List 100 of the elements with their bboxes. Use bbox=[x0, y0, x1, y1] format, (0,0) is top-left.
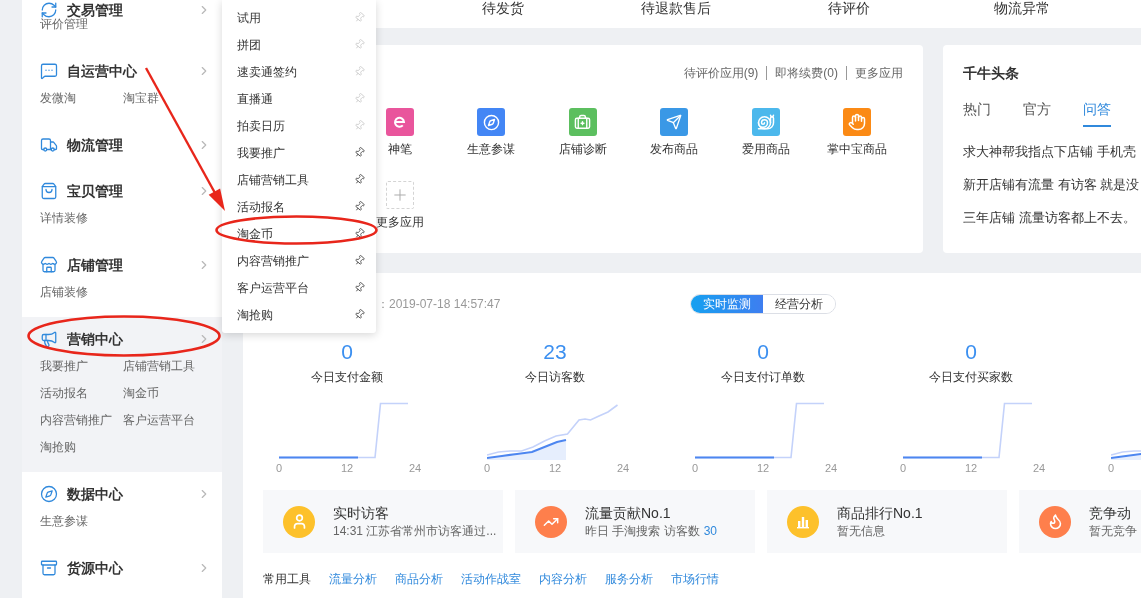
news-tab[interactable]: 官方 bbox=[1023, 99, 1051, 127]
news-headline[interactable]: 新开店铺有流量 有访客 就是没 bbox=[963, 175, 1140, 195]
apps-link[interactable]: 即将续费(0) bbox=[775, 63, 838, 83]
tool-link[interactable]: 内容分析 bbox=[539, 571, 587, 587]
flyout-item[interactable]: 淘金币 bbox=[237, 225, 273, 242]
menu-link[interactable]: 淘金币 bbox=[123, 380, 159, 407]
info-detail: 14:31 江苏省常州市访客通过... bbox=[333, 523, 497, 540]
axis-tick: 12 bbox=[756, 461, 770, 475]
order-status-link[interactable]: 物流异常 bbox=[993, 0, 1050, 16]
flame-icon bbox=[1039, 505, 1071, 538]
order-status-link[interactable]: 待发货 bbox=[481, 0, 524, 16]
info-card[interactable]: 商品排行No.1 暂无信息 bbox=[767, 490, 1007, 553]
metric-label: 今日访客数 bbox=[525, 369, 585, 385]
metric-value: 0 bbox=[965, 340, 977, 364]
flyout-item[interactable]: 拍卖日历 bbox=[237, 117, 285, 134]
axis-tick: 0 bbox=[482, 461, 492, 475]
flyout-item[interactable]: 活动报名 bbox=[237, 198, 285, 215]
e-logo-icon[interactable] bbox=[385, 108, 414, 136]
menu-link[interactable]: 详情装修 bbox=[40, 205, 88, 232]
truck-icon bbox=[40, 136, 58, 154]
news-headline[interactable]: 求大神帮我指点下店铺 手机壳 bbox=[963, 142, 1136, 162]
bar-chart-icon bbox=[787, 505, 819, 538]
tool-link[interactable]: 活动作战室 bbox=[461, 571, 521, 587]
person-icon bbox=[283, 505, 315, 538]
app-label[interactable]: 生意参谋 bbox=[467, 141, 516, 157]
menu-title[interactable]: 货源中心 bbox=[67, 558, 123, 578]
update-time: ：2019-07-18 14:57:47 bbox=[377, 296, 501, 313]
app-label[interactable]: 更多应用 bbox=[375, 214, 424, 230]
flyout-item[interactable]: 拼团 bbox=[237, 36, 261, 53]
compass-icon[interactable] bbox=[477, 108, 506, 136]
menu-link[interactable]: 我要推广 bbox=[40, 353, 88, 380]
info-card[interactable]: 竞争动 暂无竞争 bbox=[1019, 490, 1141, 553]
snail-icon[interactable] bbox=[751, 108, 780, 136]
menu-link[interactable]: 发微淘 bbox=[40, 85, 76, 112]
storefront-icon bbox=[40, 256, 58, 274]
compass-icon bbox=[40, 485, 58, 503]
axis-tick: 12 bbox=[548, 461, 562, 475]
menu-link[interactable]: 生意参谋 bbox=[40, 508, 88, 535]
menu-title[interactable]: 数据中心 bbox=[67, 484, 123, 504]
axis-tick: 0 bbox=[898, 461, 908, 475]
menu-link[interactable]: 内容营销推广 bbox=[40, 407, 112, 434]
info-card[interactable]: 流量贡献No.1 昨日 手淘搜索 访客数 30 bbox=[515, 490, 755, 553]
plus-icon[interactable] bbox=[385, 181, 414, 209]
flyout-item[interactable]: 淘抢购 bbox=[237, 306, 273, 323]
axis-tick: 24 bbox=[616, 461, 630, 475]
metric-value: 23 bbox=[543, 340, 567, 364]
menu-title[interactable]: 营销中心 bbox=[67, 329, 123, 349]
menu-link[interactable]: 店铺装修 bbox=[40, 279, 88, 306]
menu-title[interactable]: 宝贝管理 bbox=[67, 181, 123, 201]
flyout-item[interactable]: 直播通 bbox=[237, 90, 273, 107]
paper-plane-icon[interactable] bbox=[660, 108, 689, 136]
flyout-item[interactable]: 客户运营平台 bbox=[237, 279, 309, 296]
info-title: 竞争动 bbox=[1089, 504, 1131, 523]
menu-link[interactable]: 店铺营销工具 bbox=[123, 353, 195, 380]
trend-chart-icon bbox=[535, 505, 567, 538]
flyout-item[interactable]: 店铺营销工具 bbox=[237, 171, 309, 188]
menu-title[interactable]: 自运营中心 bbox=[67, 61, 137, 81]
flyout-item[interactable]: 速卖通签约 bbox=[237, 63, 297, 80]
order-status-link[interactable]: 待退款售后 bbox=[640, 0, 711, 16]
menu-link[interactable]: 活动报名 bbox=[40, 380, 88, 407]
apps-link[interactable]: 更多应用 bbox=[855, 63, 903, 83]
shopping-bag-icon bbox=[40, 182, 58, 200]
menu-title[interactable]: 交易管理 bbox=[67, 0, 123, 20]
news-title: 千牛头条 bbox=[963, 64, 1020, 83]
tool-link[interactable]: 商品分析 bbox=[395, 571, 443, 587]
info-title: 商品排行No.1 bbox=[837, 504, 923, 523]
sync-icon bbox=[40, 1, 58, 19]
medical-kit-icon[interactable] bbox=[568, 108, 597, 136]
flyout-item[interactable]: 试用 bbox=[237, 9, 261, 26]
tool-link[interactable]: 服务分析 bbox=[605, 571, 653, 587]
order-status-link[interactable]: 待评价 bbox=[827, 0, 870, 16]
flyout-item[interactable]: 内容营销推广 bbox=[237, 252, 309, 269]
menu-title[interactable]: 店铺管理 bbox=[67, 255, 123, 275]
hand-icon[interactable] bbox=[843, 108, 872, 136]
axis-tick: 0 bbox=[690, 461, 700, 475]
menu-link[interactable]: 客户运营平台 bbox=[123, 407, 195, 434]
info-detail: 暂无竞争 bbox=[1089, 523, 1137, 540]
app-label[interactable]: 发布商品 bbox=[650, 141, 699, 157]
app-label[interactable]: 神笔 bbox=[387, 141, 412, 157]
menu-link[interactable]: 淘抢购 bbox=[40, 434, 76, 461]
menu-link[interactable]: 淘宝群 bbox=[123, 85, 159, 112]
axis-tick: 12 bbox=[340, 461, 354, 475]
app-label[interactable]: 爱用商品 bbox=[741, 141, 790, 157]
news-headline[interactable]: 三年店铺 流量访客都上不去。 bbox=[963, 208, 1136, 228]
menu-title[interactable]: 物流管理 bbox=[67, 135, 123, 155]
app-label[interactable]: 掌中宝商品 bbox=[827, 141, 888, 157]
apps-link[interactable]: 待评价应用(9) bbox=[683, 63, 759, 83]
metric-label: 今日支付订单数 bbox=[721, 369, 805, 385]
tool-link[interactable]: 流量分析 bbox=[329, 571, 377, 587]
tools-label: 常用工具 bbox=[263, 571, 311, 587]
axis-tick: 24 bbox=[824, 461, 838, 475]
news-tab[interactable]: 问答 bbox=[1083, 99, 1111, 127]
flyout-item[interactable]: 我要推广 bbox=[237, 144, 285, 161]
axis-tick: 24 bbox=[408, 461, 422, 475]
axis-tick: 0 bbox=[1106, 461, 1116, 475]
tool-link[interactable]: 市场行情 bbox=[671, 571, 719, 587]
app-label[interactable]: 店铺诊断 bbox=[558, 141, 607, 157]
info-detail: 暂无信息 bbox=[837, 523, 885, 540]
info-card[interactable]: 实时访客 14:31 江苏省常州市访客通过... bbox=[263, 490, 503, 553]
news-tab[interactable]: 热门 bbox=[963, 99, 991, 127]
